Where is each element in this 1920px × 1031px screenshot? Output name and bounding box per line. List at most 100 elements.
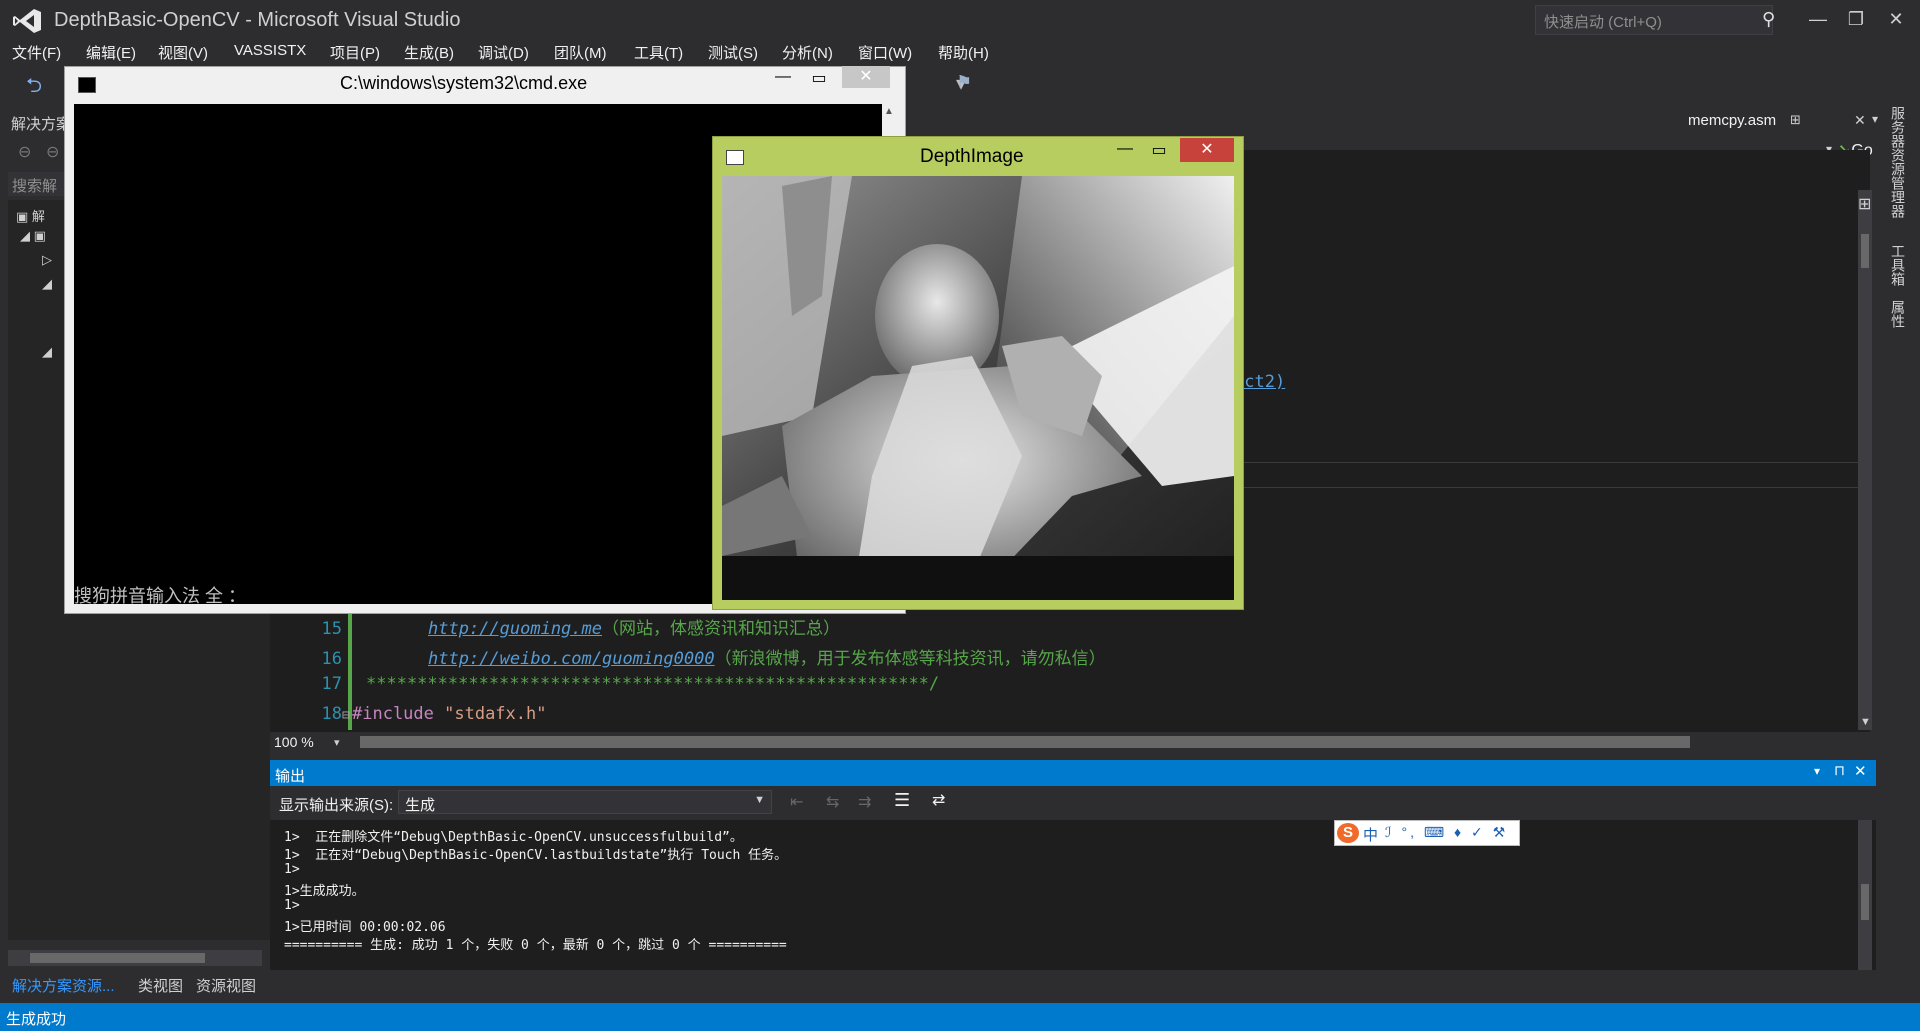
ime-tool-icons[interactable]: ℐ °, ⌨ ♦ ✓ ⚒: [1385, 824, 1508, 841]
cmd-window-title: C:\windows\system32\cmd.exe: [340, 73, 588, 93]
menu-help[interactable]: 帮助(H): [938, 42, 989, 63]
quick-launch-input[interactable]: 快速启动 (Ctrl+Q): [1535, 5, 1773, 35]
dock-tab-server-explorer[interactable]: 服务器资源管理器: [1888, 106, 1908, 218]
output-line: 1> 正在删除文件“Debug\DepthBasic-OpenCV.unsucc…: [284, 830, 743, 845]
close-tab-icon[interactable]: ✕: [1854, 112, 1866, 129]
code-line-18: 18⊟ #include "stdafx.h": [292, 704, 547, 724]
forward-icon[interactable]: ⊖: [46, 142, 59, 162]
menu-file[interactable]: 文件(F): [12, 42, 61, 63]
tab-solution-explorer[interactable]: 解决方案资源...: [12, 975, 115, 996]
scroll-up-icon[interactable]: ▲: [884, 106, 894, 117]
solution-search-placeholder: 搜索解: [12, 178, 58, 195]
tab-resource-view[interactable]: 资源视图: [196, 975, 256, 996]
minimize-button[interactable]: —: [1800, 6, 1836, 32]
close-output-icon[interactable]: ✕: [1854, 762, 1867, 780]
menu-tools[interactable]: 工具(T): [634, 42, 683, 63]
menu-debug[interactable]: 调试(D): [478, 42, 529, 63]
menu-vassistx[interactable]: VASSISTX: [234, 42, 306, 59]
goto-next-icon[interactable]: ⇆: [826, 792, 839, 812]
output-line: 1>已用时间 00:00:02.06: [284, 920, 446, 935]
clear-all-icon[interactable]: ☰: [894, 790, 910, 811]
menu-test[interactable]: 测试(S): [708, 42, 758, 63]
depth-minimize-button[interactable]: —: [1110, 140, 1140, 160]
cmd-close-button[interactable]: ✕: [842, 66, 890, 88]
menu-team[interactable]: 团队(M): [554, 42, 607, 63]
menu-project[interactable]: 项目(P): [330, 42, 380, 63]
close-button[interactable]: ✕: [1878, 6, 1914, 32]
output-line: 1>生成成功。: [284, 884, 365, 899]
zoom-dropdown-icon[interactable]: ▾: [334, 736, 340, 749]
ime-status-text: 搜狗拼音输入法 全 ：: [74, 586, 247, 606]
tree-expand-icon[interactable]: ◢: [42, 344, 52, 360]
window-title: DepthBasic-OpenCV - Microsoft Visual Stu…: [54, 9, 461, 31]
depth-image: [722, 176, 1234, 600]
dock-tab-toolbox[interactable]: 工具箱: [1888, 244, 1908, 286]
code-keyword: #include: [352, 704, 445, 724]
ime-mode-toggle[interactable]: 中: [1363, 824, 1378, 845]
window-icon: [726, 150, 744, 165]
depth-maximize-button[interactable]: ▭: [1144, 140, 1174, 160]
menu-build[interactable]: 生成(B): [404, 42, 454, 63]
menu-edit[interactable]: 编辑(E): [86, 42, 136, 63]
menu-view[interactable]: 视图(V): [158, 42, 208, 63]
line-number: 17: [321, 674, 342, 694]
find-message-icon[interactable]: ⇉: [858, 792, 871, 812]
sogou-logo-icon[interactable]: S: [1337, 823, 1359, 843]
code-comment: （网站，体感资讯和知识汇总）: [602, 619, 840, 639]
link-weibo[interactable]: http://weibo.com/guoming0000: [428, 649, 715, 669]
line-number: 16: [321, 649, 342, 669]
back-icon[interactable]: ⮌: [26, 71, 42, 105]
tree-expand-icon[interactable]: ◢: [42, 276, 52, 292]
output-dropdown-icon[interactable]: ▾: [1814, 764, 1820, 778]
depth-close-button[interactable]: ✕: [1180, 138, 1234, 162]
tab-memcpy-asm[interactable]: memcpy.asm: [1688, 112, 1776, 129]
split-icon[interactable]: ⊞: [1858, 194, 1871, 214]
dock-tab-properties[interactable]: 属性: [1888, 300, 1908, 328]
search-icon[interactable]: ⚲: [1762, 9, 1775, 30]
zoom-level[interactable]: 100 %: [274, 734, 314, 750]
tree-expand-icon[interactable]: ◢ ▣: [20, 228, 46, 244]
menu-analyze[interactable]: 分析(N): [782, 42, 833, 63]
tree-item-solution[interactable]: ▣ 解: [16, 206, 45, 225]
link-guoming-me[interactable]: http://guoming.me: [428, 619, 602, 639]
editor-hscrollbar[interactable]: [360, 736, 1690, 748]
solution-tabs: 解决方案资源... 类视图 资源视图: [0, 972, 270, 996]
line-number: 15: [321, 619, 342, 639]
ime-toolbar[interactable]: S 中 ℐ °, ⌨ ♦ ✓ ⚒: [1334, 820, 1520, 846]
goto-previous-icon[interactable]: ⇤: [790, 792, 803, 812]
restore-button[interactable]: ❐: [1838, 6, 1874, 32]
back-icon[interactable]: ⊖: [18, 142, 31, 162]
scroll-thumb[interactable]: [1861, 234, 1869, 268]
menu-window[interactable]: 窗口(W): [858, 42, 912, 63]
code-comment: （新浪微博，用于发布体感等科技资讯，请勿私信）: [714, 649, 1106, 669]
pin-icon[interactable]: ⊓: [1834, 762, 1845, 779]
code-comment: ****************************************…: [366, 674, 940, 694]
scroll-thumb[interactable]: [30, 953, 205, 963]
cmd-maximize-button[interactable]: ▭: [804, 68, 834, 88]
editor-vscrollbar[interactable]: [1858, 190, 1872, 730]
scroll-thumb[interactable]: [1861, 884, 1869, 920]
output-source-label: 显示输出来源(S):: [279, 797, 394, 814]
collapse-icon[interactable]: ⊟: [342, 708, 352, 723]
output-line: 1>: [284, 898, 300, 913]
output-source-value: 生成: [405, 797, 436, 814]
chevron-down-icon: ▼: [754, 794, 765, 806]
quick-launch-placeholder: 快速启动 (Ctrl+Q): [1544, 14, 1662, 31]
find-in-files-icon[interactable]: ⚑: [956, 72, 972, 93]
tree-root-label: 解: [31, 209, 45, 224]
output-source-select[interactable]: 生成 ▼: [398, 790, 772, 814]
output-line: ========== 生成: 成功 1 个，失败 0 个，最新 0 个，跳过 0…: [284, 938, 787, 953]
right-dock: [1878, 104, 1920, 997]
scroll-down-icon[interactable]: ▼: [1860, 716, 1871, 728]
line-number: 18: [321, 704, 342, 724]
output-hscrollbar[interactable]: [270, 974, 1876, 990]
cmd-minimize-button[interactable]: —: [768, 68, 798, 88]
word-wrap-icon[interactable]: ⇄: [932, 790, 945, 810]
solution-hscrollbar[interactable]: [8, 950, 262, 966]
tab-class-view[interactable]: 类视图: [138, 975, 183, 996]
output-header: [270, 760, 1876, 786]
pin-icon[interactable]: ⊞: [1790, 112, 1801, 128]
tree-collapse-icon[interactable]: ▷: [42, 252, 52, 268]
status-bar: [0, 1003, 1920, 1031]
output-vscrollbar[interactable]: [1858, 820, 1872, 970]
